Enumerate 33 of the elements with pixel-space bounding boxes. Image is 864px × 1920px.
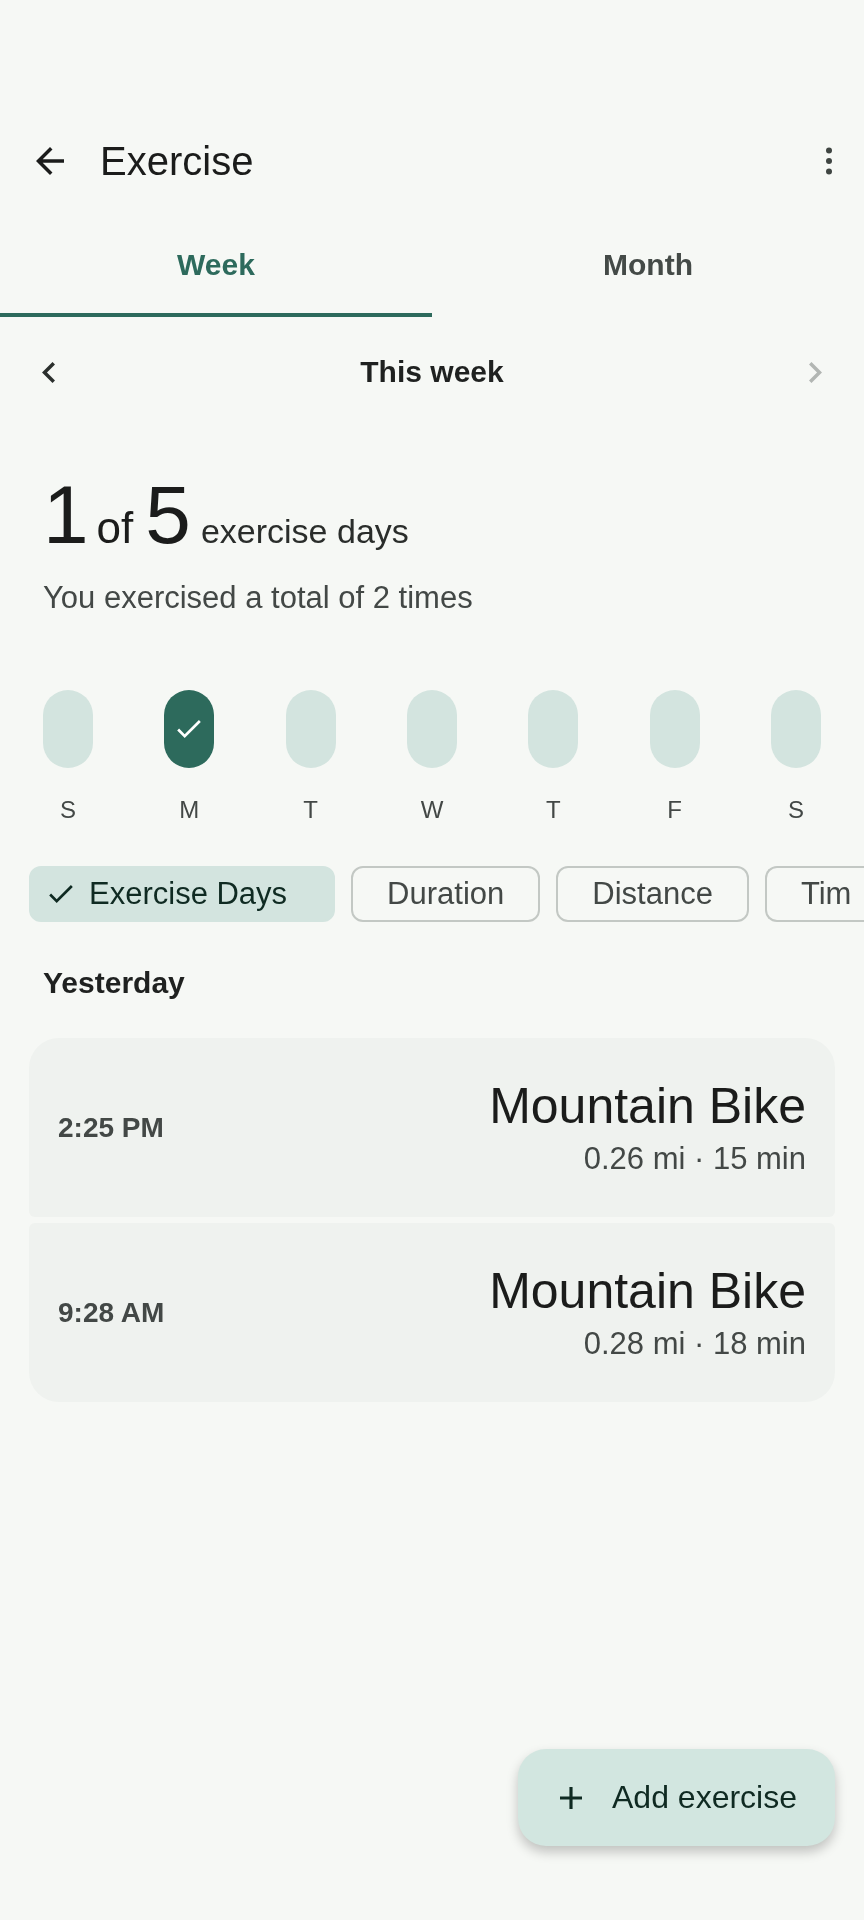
plus-icon bbox=[560, 1786, 582, 1809]
filter-chip[interactable]: Tim bbox=[764, 866, 864, 922]
screen-title: Exercise bbox=[100, 138, 255, 184]
exercise-entry-card[interactable]: 2:25 PM Mountain Bike 0.26 mi · 15 min bbox=[29, 1038, 835, 1217]
chevron-left-icon[interactable] bbox=[42, 361, 55, 383]
day-label: T bbox=[303, 798, 318, 822]
day-label: M bbox=[179, 798, 200, 822]
exercise-days-summary: 1 of 5 exercise days bbox=[43, 474, 410, 556]
entry-time: 9:28 AM bbox=[58, 1296, 165, 1329]
day-label: T bbox=[545, 798, 561, 822]
summary-text: You exercised a total of 2 times bbox=[43, 580, 474, 616]
filter-chip[interactable]: Distance bbox=[556, 866, 749, 922]
activity-details: 0.28 mi · 18 min bbox=[583, 1326, 806, 1363]
back-arrow-icon[interactable] bbox=[36, 147, 64, 175]
check-icon bbox=[49, 885, 73, 903]
filter-chip[interactable]: Duration bbox=[351, 866, 541, 922]
day-label: W bbox=[420, 798, 444, 822]
tab[interactable]: Month bbox=[432, 217, 864, 317]
tab[interactable]: Week bbox=[0, 217, 432, 317]
period-title: This week bbox=[359, 355, 505, 389]
filter-chip[interactable]: Exercise Days bbox=[29, 866, 336, 922]
entry-time: 2:25 PM bbox=[58, 1111, 164, 1144]
activity-details: 0.26 mi · 15 min bbox=[583, 1141, 806, 1178]
section-heading: Yesterday bbox=[43, 966, 186, 1000]
day-label: S bbox=[60, 798, 76, 822]
add-exercise-button[interactable]: Add exercise bbox=[518, 1749, 835, 1846]
activity-name: Mountain Bike bbox=[489, 1262, 806, 1321]
day-label: F bbox=[667, 798, 682, 822]
activity-name: Mountain Bike bbox=[489, 1077, 806, 1136]
more-options-icon[interactable] bbox=[826, 147, 832, 175]
check-icon bbox=[177, 720, 202, 738]
exercise-entry-card[interactable]: 9:28 AM Mountain Bike 0.28 mi · 18 min bbox=[29, 1223, 835, 1402]
day-label: S bbox=[787, 798, 804, 822]
